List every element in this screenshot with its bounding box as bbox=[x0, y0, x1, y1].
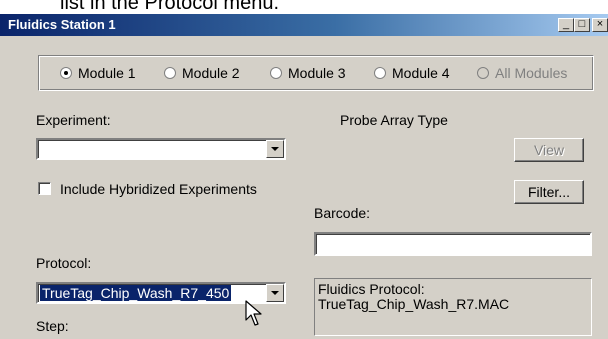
window-title: Fluidics Station 1 bbox=[8, 17, 116, 32]
probe-array-type-label: Probe Array Type bbox=[340, 112, 448, 128]
barcode-label: Barcode: bbox=[314, 205, 371, 221]
minimize-button[interactable]: _ bbox=[558, 18, 574, 32]
experiment-dropdown[interactable] bbox=[36, 138, 286, 160]
radio-selected-icon bbox=[60, 67, 72, 79]
radio-module-3[interactable]: Module 3 bbox=[270, 64, 346, 82]
minimize-icon: _ bbox=[562, 18, 570, 30]
barcode-input[interactable] bbox=[314, 232, 592, 256]
protocol-label: Protocol: bbox=[36, 255, 92, 271]
caption-text: list in the Protocol menu. bbox=[60, 0, 279, 14]
radio-module-1[interactable]: Module 1 bbox=[60, 64, 136, 82]
fluidics-protocol-title: Fluidics Protocol: bbox=[318, 281, 425, 297]
radio-icon bbox=[270, 67, 282, 79]
include-hybridized-checkbox[interactable] bbox=[38, 182, 51, 195]
close-button[interactable]: × bbox=[592, 18, 608, 32]
radio-icon bbox=[374, 67, 386, 79]
mouse-cursor-icon bbox=[245, 300, 262, 326]
step-label: Step: bbox=[36, 318, 69, 334]
radio-module-2[interactable]: Module 2 bbox=[164, 64, 240, 82]
include-hybridized-label: Include Hybridized Experiments bbox=[60, 181, 257, 197]
radio-all-modules: All Modules bbox=[477, 64, 567, 82]
fluidics-protocol-info: Fluidics Protocol: TrueTag_Chip_Wash_R7.… bbox=[314, 278, 592, 336]
chevron-down-icon[interactable] bbox=[266, 284, 284, 302]
chevron-down-icon[interactable] bbox=[266, 140, 284, 158]
view-button[interactable]: View bbox=[514, 138, 584, 162]
maximize-icon: □ bbox=[578, 18, 586, 30]
protocol-value: TrueTag_Chip_Wash_R7_450 bbox=[40, 285, 232, 301]
maximize-button[interactable]: □ bbox=[574, 18, 590, 32]
radio-icon bbox=[164, 67, 176, 79]
experiment-label: Experiment: bbox=[36, 112, 111, 128]
radio-module-4[interactable]: Module 4 bbox=[374, 64, 450, 82]
fluidics-protocol-file: TrueTag_Chip_Wash_R7.MAC bbox=[318, 296, 510, 312]
close-icon: × bbox=[596, 18, 604, 30]
filter-button[interactable]: Filter... bbox=[514, 180, 584, 204]
radio-icon bbox=[477, 67, 489, 79]
